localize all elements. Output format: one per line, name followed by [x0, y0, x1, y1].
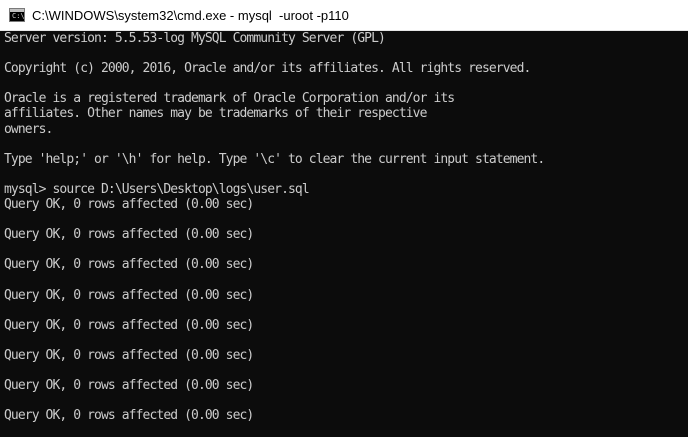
console-line: Query OK, 0 rows affected (0.00 sec): [4, 197, 254, 213]
console-line: Query OK, 0 rows affected (0.00 sec): [4, 408, 254, 424]
console-command-line: mysql> source D:\Users\Desktop\logs\user…: [4, 181, 310, 197]
window-title: C:\WINDOWS\system32\cmd.exe - mysql -uro…: [32, 7, 349, 23]
console-line: Oracle is a registered trademark of Orac…: [4, 91, 455, 107]
console-line: Query OK, 0 rows affected (0.00 sec): [4, 317, 254, 333]
title-bar[interactable]: C:\ C:\WINDOWS\system32\cmd.exe - mysql …: [0, 0, 688, 31]
cmd-window: C:\ C:\WINDOWS\system32\cmd.exe - mysql …: [0, 0, 688, 437]
console-output[interactable]: Server version: 5.5.53-log MySQL Communi…: [0, 31, 688, 437]
console-line: Type 'help;' or '\h' for help. Type '\c'…: [4, 151, 545, 167]
console-line: Query OK, 0 rows affected (0.00 sec): [4, 257, 254, 273]
console-line: owners.: [4, 121, 53, 137]
console-line: Copyright (c) 2000, 2016, Oracle and/or …: [4, 61, 531, 77]
console-line: Server version: 5.5.53-log MySQL Communi…: [4, 31, 386, 46]
console-line: affiliates. Other names may be trademark…: [4, 106, 427, 122]
console-line: Query OK, 0 rows affected (0.00 sec): [4, 227, 254, 243]
console-line: Query OK, 0 rows affected (0.00 sec): [4, 347, 254, 363]
console-line: Query OK, 0 rows affected (0.00 sec): [4, 287, 254, 303]
console-line: Query OK, 0 rows affected (0.00 sec): [4, 378, 254, 394]
cmd-icon[interactable]: C:\: [9, 8, 25, 22]
